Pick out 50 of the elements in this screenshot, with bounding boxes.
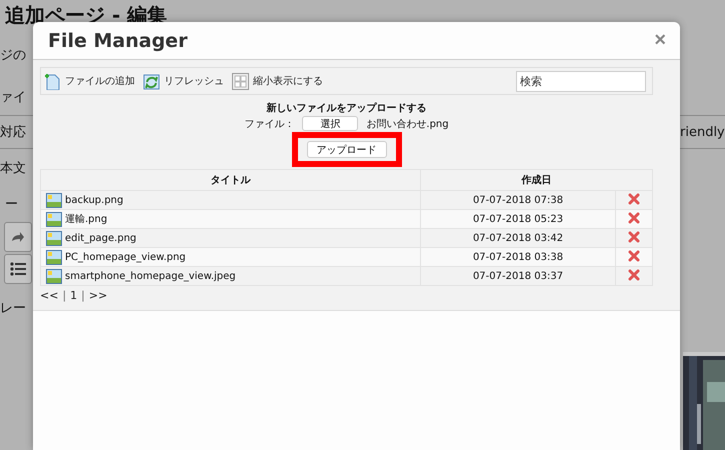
label-text: 本文 (0, 160, 26, 177)
file-label: ファイル： (244, 118, 294, 130)
pager-link[interactable]: << (40, 289, 58, 302)
delete-icon[interactable] (628, 268, 640, 280)
dialog-title: File Manager (48, 30, 188, 52)
label-text: ジの (0, 47, 26, 64)
image-file-icon (46, 250, 62, 264)
column-header: 作成日 (420, 170, 652, 190)
delete-icon[interactable] (628, 192, 640, 204)
label-text: レー (0, 300, 26, 317)
list-icon (10, 262, 26, 276)
pager-link[interactable]: 1 (70, 289, 78, 302)
image-file-icon (46, 230, 62, 246)
toolbar-button[interactable]: リフレッシュ (143, 72, 224, 90)
file-title[interactable]: 運輸.png (65, 212, 108, 226)
label-text: ー (4, 196, 18, 212)
label-text: riendly (680, 124, 725, 140)
add-file-icon (44, 72, 61, 90)
refresh-icon (143, 72, 160, 90)
toolbar-button[interactable]: 縮小表示にする (232, 72, 323, 90)
date-cell: 07-07-2018 03:37 (420, 266, 616, 286)
thumbnail-grid-icon (232, 72, 249, 90)
date-cell: 07-07-2018 07:38 (420, 190, 616, 210)
file-title[interactable]: backup.png (65, 194, 124, 206)
delete-icon[interactable] (628, 212, 640, 224)
date-cell: 07-07-2018 03:38 (420, 248, 616, 266)
date-cell: 07-07-2018 03:42 (420, 228, 616, 248)
column-header: タイトル (40, 170, 420, 190)
file-name: お問い合わせ.png (366, 118, 449, 130)
image-file-icon (46, 268, 62, 284)
upload-button[interactable]: アップロード (306, 141, 386, 158)
pager-link[interactable]: >> (88, 289, 108, 302)
file-title[interactable]: PC_homepage_view.png (65, 252, 186, 262)
search-field[interactable]: 検索 (516, 70, 646, 92)
redo-icon (11, 230, 25, 242)
delete-icon[interactable] (628, 250, 640, 262)
pager-separator: | (81, 289, 85, 302)
date-cell: 07-07-2018 05:23 (420, 210, 616, 228)
pager-separator: | (62, 289, 66, 302)
redo-button[interactable] (4, 222, 32, 252)
label-text: 対応 (0, 124, 26, 141)
image-file-icon (46, 212, 62, 226)
list-button[interactable] (4, 254, 32, 284)
choose-file-button[interactable]: 選択 (302, 116, 358, 131)
delete-icon[interactable] (628, 230, 640, 242)
upload-heading: 新しいファイルをアップロードする (266, 101, 426, 115)
toolbar-button[interactable]: ファイルの追加 (44, 72, 135, 90)
label-text: ァイ (0, 88, 26, 106)
image-file-icon (46, 192, 62, 208)
file-title[interactable]: edit_page.png (65, 232, 136, 244)
